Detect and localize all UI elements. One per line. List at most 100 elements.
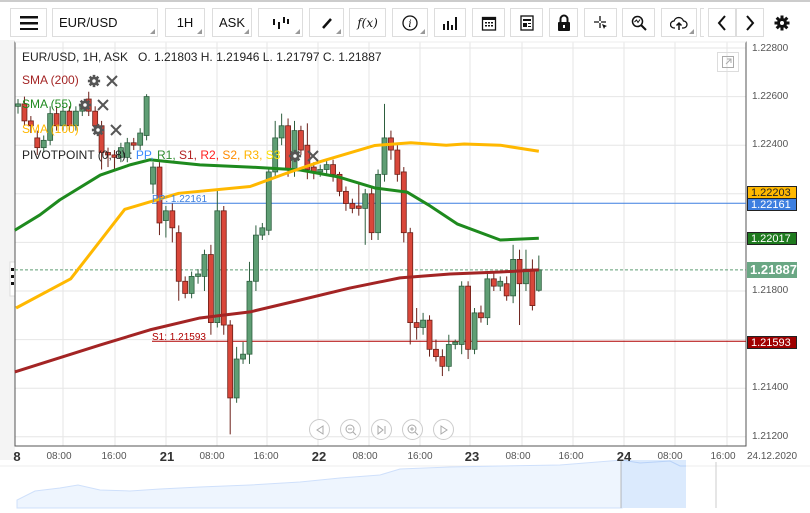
candle-up [253, 234, 259, 282]
candle-down [439, 356, 446, 367]
crosshair-button[interactable] [584, 8, 617, 37]
previous-button[interactable] [708, 8, 736, 37]
zoom-in-button[interactable] [402, 419, 423, 440]
upload-button[interactable] [661, 8, 697, 37]
candle-down [503, 283, 510, 297]
candle-up [317, 169, 324, 173]
price-tick: 1.22800 [752, 43, 789, 54]
time-tick: 08:00 [46, 451, 72, 462]
gear-icon [774, 15, 790, 30]
time-tick: 08:00 [505, 451, 531, 462]
plot-frame [14, 41, 747, 447]
candle-up [497, 280, 504, 287]
sma55-label: SMA (55) [22, 97, 73, 111]
dropdown-corner-icon [244, 29, 249, 34]
candle-down [130, 142, 137, 146]
scroll-right-button[interactable] [433, 419, 454, 440]
candle-up [201, 254, 208, 277]
candle-down [368, 193, 375, 234]
dropdown-corner-icon [336, 29, 341, 34]
gear-icon[interactable] [78, 98, 92, 112]
popout-icon [722, 56, 734, 68]
candle-up [188, 276, 195, 294]
chevron-right-icon [746, 14, 755, 31]
sma100-label: SMA (100) [22, 122, 79, 136]
zoom-out-button[interactable] [340, 419, 361, 440]
sma55-price-tag: 1.22017 [747, 232, 797, 245]
pivot-items: PP, R1, S1, R2, S2, R3, S3 [136, 148, 284, 162]
candle-up [484, 278, 491, 319]
pivot-label: PIVOTPOINT (0, 8) [22, 148, 126, 162]
calendar-button[interactable] [472, 8, 505, 37]
time-tick: 22 [311, 449, 327, 464]
lock-button[interactable] [549, 8, 578, 37]
chart-type-button[interactable] [258, 8, 303, 37]
candle-up [375, 173, 381, 234]
navigator-window[interactable] [622, 460, 686, 508]
price-type-select[interactable]: ASK [212, 8, 252, 37]
interval-select[interactable]: 1H [165, 8, 205, 37]
next-button[interactable] [736, 8, 764, 37]
candle-up [143, 96, 150, 136]
candle-down [426, 319, 433, 350]
time-tick: 21 [159, 449, 175, 464]
cloud-upload-icon [670, 16, 688, 30]
hamburger-icon [19, 15, 38, 30]
handle-dot [11, 282, 14, 285]
candle-up [420, 319, 426, 328]
candle-down [330, 164, 336, 175]
zoom-out-icon [345, 424, 356, 435]
info-button[interactable]: i [392, 8, 428, 37]
indicators-button[interactable]: f(x) [349, 8, 386, 37]
settings-button[interactable] [768, 8, 796, 37]
candle-up [458, 285, 465, 345]
reset-view-button[interactable] [371, 419, 392, 440]
gear-icon[interactable] [288, 149, 302, 163]
time-tick: 08:00 [657, 451, 683, 462]
candle-up [233, 358, 240, 399]
candle-up [195, 273, 201, 277]
pp-price-tag: 1.22161 [747, 198, 797, 211]
pivot-item: R3, [243, 148, 266, 162]
candle-down [355, 205, 362, 209]
menu-button[interactable] [10, 8, 47, 37]
bar-chart-icon [443, 16, 457, 30]
volume-button[interactable] [434, 8, 466, 37]
gear-icon[interactable] [91, 123, 105, 137]
gear-icon[interactable] [87, 74, 101, 88]
resize-handle[interactable] [9, 261, 16, 297]
close-icon[interactable] [105, 74, 119, 88]
pivot-item: R1, [156, 148, 179, 162]
zoom-button[interactable] [622, 8, 655, 37]
news-button[interactable] [510, 8, 543, 37]
dropdown-corner-icon [420, 29, 425, 34]
price-type-label: ASK [218, 15, 245, 30]
time-tick: 16:00 [710, 451, 736, 462]
time-tick: 8 [13, 449, 21, 464]
pivot-item: S2, [222, 148, 244, 162]
candle-down [220, 210, 227, 326]
candle-down [400, 171, 407, 234]
candle-up [278, 125, 285, 139]
candle-down [182, 280, 189, 294]
candle-up [259, 227, 266, 236]
candle-up [362, 193, 369, 209]
scroll-left-button[interactable] [309, 419, 330, 440]
pivot-legend: PIVOTPOINT (0, 8) : PP, R1, S1, R2, S2, … [22, 148, 320, 163]
candle-up [240, 353, 246, 360]
candle-down [343, 190, 349, 204]
draw-tool-button[interactable] [309, 8, 344, 37]
close-icon[interactable] [109, 123, 123, 137]
close-icon[interactable] [306, 149, 320, 163]
close-icon[interactable] [96, 98, 110, 112]
news-icon [519, 14, 534, 31]
symbol-select[interactable]: EUR/USD [52, 8, 158, 37]
candlestick-icon [272, 16, 289, 29]
popout-button[interactable] [717, 52, 739, 72]
triangle-right-icon [440, 424, 448, 435]
pp-level-label: PP: 1.22161 [152, 194, 208, 205]
pivot-item: R2, [200, 148, 223, 162]
dropdown-corner-icon [295, 29, 300, 34]
candle-down [433, 348, 439, 358]
candle-up [40, 139, 47, 149]
